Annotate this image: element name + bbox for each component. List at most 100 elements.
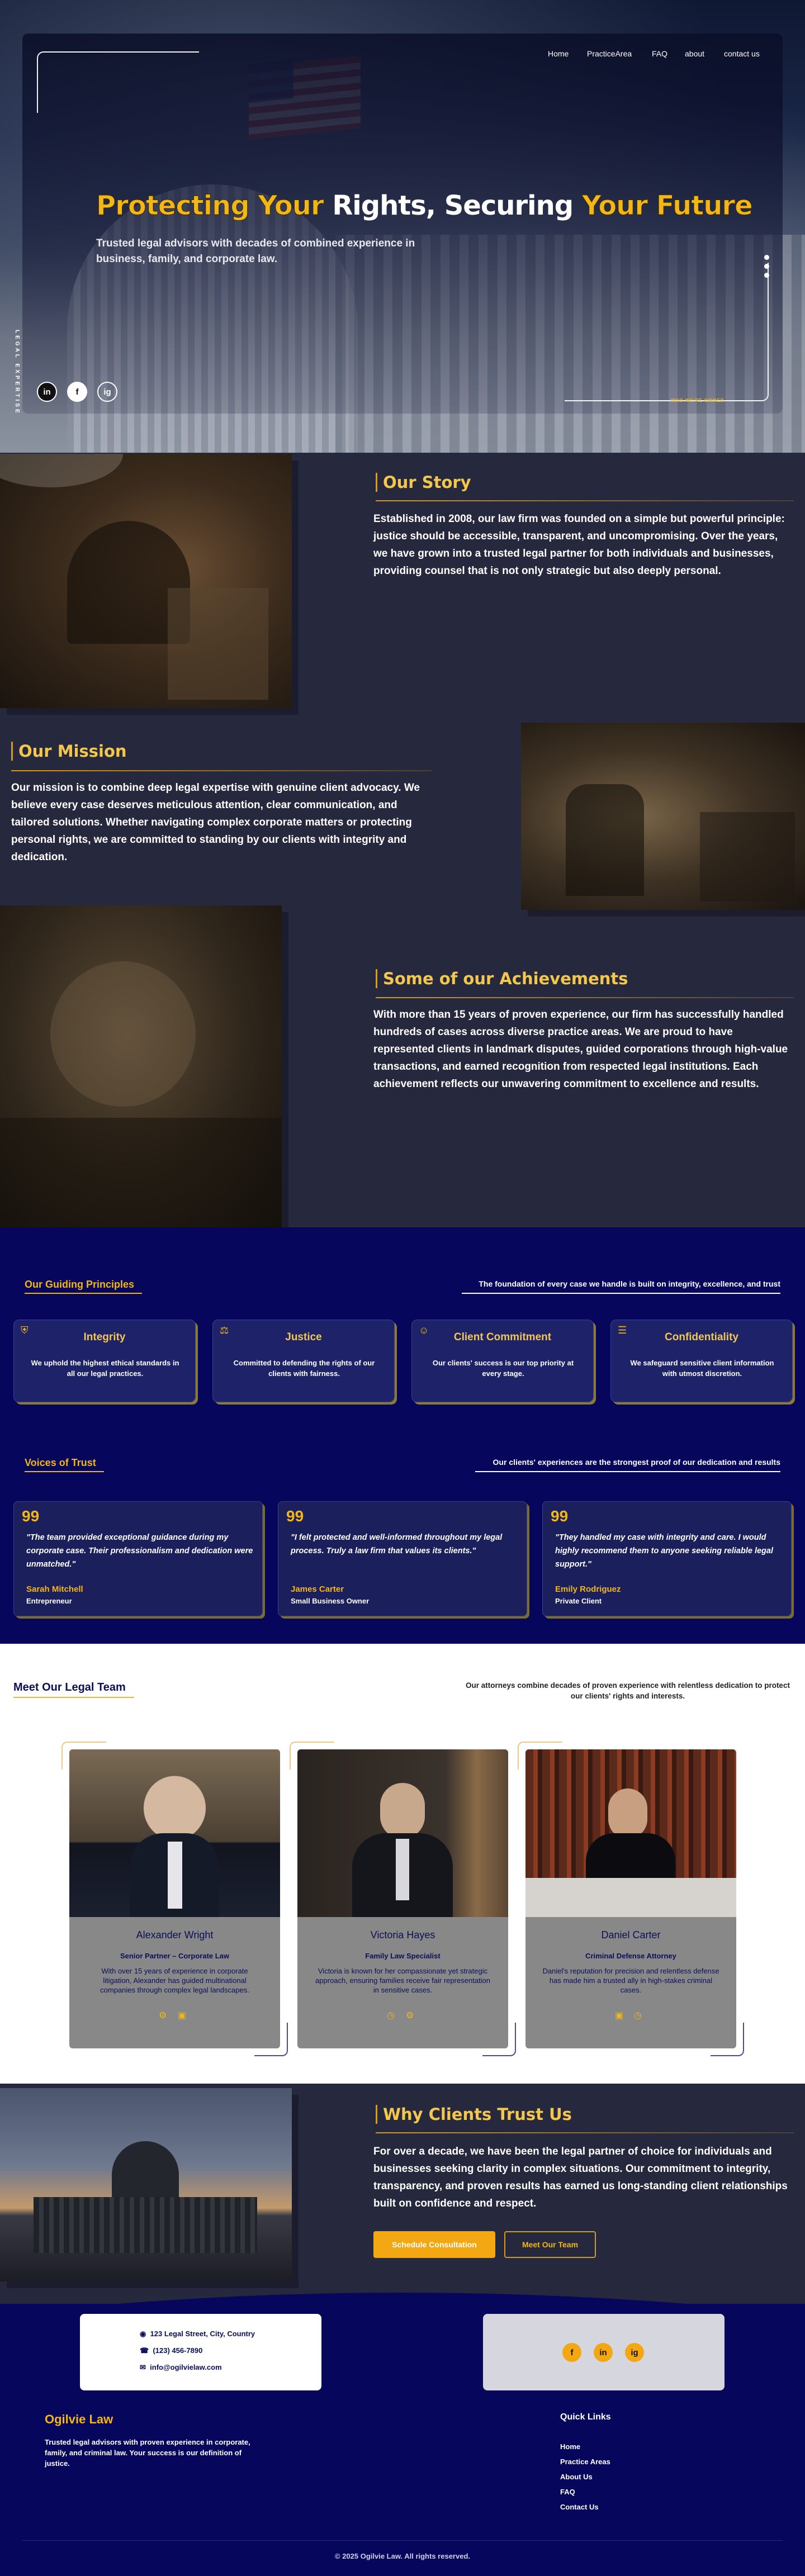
voices-title: Voices of Trust bbox=[25, 1457, 96, 1468]
footer-link-about[interactable]: About Us bbox=[560, 2473, 593, 2481]
footer-link-practice-areas[interactable]: Practice Areas bbox=[560, 2458, 610, 2466]
linkedin-icon[interactable]: in bbox=[594, 2343, 613, 2362]
achievements-text: With more than 15 years of proven experi… bbox=[373, 1009, 788, 1090]
story-painting bbox=[0, 454, 292, 708]
facebook-icon[interactable]: f bbox=[562, 2343, 581, 2362]
member-name: Victoria Hayes bbox=[370, 1929, 435, 1941]
team-card-alexander[interactable]: Alexander Wright Senior Partner – Corpor… bbox=[61, 1742, 288, 2056]
footer-link-faq[interactable]: FAQ bbox=[560, 2488, 575, 2496]
quote-icon: 99 bbox=[551, 1507, 569, 1525]
phone-line[interactable]: ☎ (123) 456-7890 bbox=[140, 2346, 202, 2355]
member-name: Alexander Wright bbox=[136, 1929, 214, 1941]
vertical-label: LEGAL EXPERTISE bbox=[14, 330, 20, 415]
footer-link-contact[interactable]: Contact Us bbox=[560, 2503, 599, 2511]
voices-underline bbox=[25, 1471, 104, 1472]
testimonial-quote: "I felt protected and well-informed thro… bbox=[291, 1533, 503, 1555]
schedule-consultation-button[interactable]: Schedule Consultation bbox=[373, 2231, 495, 2258]
testimonial-role: Small Business Owner bbox=[291, 1597, 370, 1605]
trust-capitol-image bbox=[0, 2088, 292, 2281]
hero-frame-bottomright bbox=[565, 263, 769, 401]
linkedin-icon[interactable]: in bbox=[37, 382, 57, 402]
mission-painting bbox=[521, 723, 805, 910]
testimonial-card: 99 "They handled my case with integrity … bbox=[542, 1501, 792, 1616]
footer-link-home[interactable]: Home bbox=[560, 2442, 580, 2451]
hero-section: Home PracticeArea FAQ about contact us P… bbox=[0, 0, 805, 453]
team-tagline: Our attorneys combine decades of proven … bbox=[466, 1681, 790, 1700]
mission-title: Our Mission bbox=[11, 742, 127, 761]
achievements-title: Some of our Achievements bbox=[376, 969, 628, 988]
hero-frame-topleft bbox=[37, 51, 199, 113]
member-role: Family Law Specialist bbox=[365, 1952, 441, 1960]
instagram-icon[interactable]: ig bbox=[97, 382, 117, 402]
member-bio: Daniel's reputation for precision and re… bbox=[542, 1967, 719, 1994]
member-bio: With over 15 years of experience in corp… bbox=[100, 1967, 249, 1994]
clock-icon: ◷ bbox=[634, 2011, 642, 2020]
attorney-photo bbox=[525, 1749, 736, 1917]
principle-card-confidentiality: ☰ Confidentiality We safeguard sensitive… bbox=[610, 1320, 793, 1402]
principle-text: Our clients' success is our top priority… bbox=[432, 1359, 574, 1378]
member-bio: Victoria is known for her compassionate … bbox=[315, 1967, 490, 1994]
member-role: Senior Partner – Corporate Law bbox=[120, 1952, 230, 1960]
location-icon: ◉ bbox=[140, 2330, 146, 2338]
nav-faq[interactable]: FAQ bbox=[652, 49, 667, 58]
nav-about[interactable]: about bbox=[685, 49, 704, 58]
testimonial-name: James Carter bbox=[291, 1584, 344, 1594]
voices-tagline-underline bbox=[475, 1471, 780, 1472]
nav-contact[interactable]: contact us bbox=[724, 49, 760, 58]
hero-title: Protecting Your Rights, Securing Your Fu… bbox=[96, 190, 754, 222]
meet-team-button[interactable]: Meet Our Team bbox=[504, 2231, 596, 2258]
copyright: © 2025 Ogilvie Law. All rights reserved. bbox=[335, 2552, 470, 2560]
principle-title: Confidentiality bbox=[665, 1331, 738, 1343]
attorney-photo bbox=[297, 1749, 508, 1917]
briefcase-icon: ▣ bbox=[178, 2011, 187, 2020]
member-name: Daniel Carter bbox=[601, 1929, 661, 1941]
trust-divider bbox=[376, 2132, 794, 2133]
footer-about: Trusted legal advisors with proven exper… bbox=[45, 2438, 250, 2468]
mission-text: Our mission is to combine deep legal exp… bbox=[11, 782, 420, 863]
quote-icon: 99 bbox=[22, 1507, 40, 1525]
team-card-victoria[interactable]: Victoria Hayes Family Law Specialist Vic… bbox=[290, 1742, 516, 2056]
footer-divider bbox=[22, 2540, 783, 2541]
principle-title: Client Commitment bbox=[453, 1331, 552, 1343]
nav-home[interactable]: Home bbox=[548, 49, 569, 58]
principles-title: Our Guiding Principles bbox=[25, 1279, 135, 1290]
slider-dot-3[interactable] bbox=[764, 273, 769, 278]
principles-underline bbox=[25, 1293, 142, 1294]
testimonial-role: Private Client bbox=[555, 1597, 602, 1605]
testimonial-role: Entrepreneur bbox=[26, 1597, 72, 1605]
trust-title: Why Clients Trust Us bbox=[376, 2105, 572, 2124]
principle-title: Justice bbox=[285, 1331, 322, 1343]
address-line: ◉ 123 Legal Street, City, Country bbox=[140, 2330, 255, 2338]
address-text: 123 Legal Street, City, Country bbox=[150, 2330, 255, 2338]
testimonial-quote: "They handled my case with integrity and… bbox=[555, 1533, 773, 1569]
slider-dot-1[interactable] bbox=[764, 255, 769, 260]
testimonial-name: Emily Rodriguez bbox=[555, 1584, 621, 1594]
team-title: Meet Our Legal Team bbox=[13, 1681, 126, 1693]
principle-text: We uphold the highest ethical standards … bbox=[31, 1359, 179, 1378]
principles-tagline: The foundation of every case we handle i… bbox=[479, 1279, 780, 1288]
principle-card-integrity: ⛨ Integrity We uphold the highest ethica… bbox=[13, 1320, 196, 1402]
principle-card-client-commitment: ☺ Client Commitment Our clients' success… bbox=[411, 1320, 594, 1402]
briefcase-icon: ▣ bbox=[615, 2011, 624, 2020]
story-divider bbox=[376, 500, 794, 501]
facebook-icon[interactable]: f bbox=[67, 382, 87, 402]
testimonial-name: Sarah Mitchell bbox=[26, 1584, 83, 1594]
principle-text: We safeguard sensitive client informatio… bbox=[630, 1359, 774, 1378]
nav-practice-area[interactable]: PracticeArea bbox=[587, 49, 632, 58]
phone-text: (123) 456-7890 bbox=[153, 2346, 203, 2355]
testimonial-card: 99 "The team provided exceptional guidan… bbox=[13, 1501, 263, 1616]
achievements-divider bbox=[376, 997, 794, 998]
hero-title-part1: Protecting Your bbox=[96, 190, 325, 222]
principles-tagline-underline bbox=[462, 1293, 780, 1294]
email-line[interactable]: ✉ info@ogilvielaw.com bbox=[140, 2363, 222, 2372]
email-text: info@ogilvielaw.com bbox=[150, 2363, 222, 2371]
gear-icon: ⚙ bbox=[159, 2011, 167, 2020]
slider-dot-2[interactable] bbox=[764, 264, 769, 269]
team-card-daniel[interactable]: Daniel Carter Criminal Defense Attorney … bbox=[518, 1742, 744, 2056]
phone-icon: ☎ bbox=[140, 2346, 149, 2355]
card-corner-accent bbox=[254, 2023, 288, 2056]
mission-divider bbox=[11, 770, 432, 771]
instagram-icon[interactable]: ig bbox=[625, 2343, 644, 2362]
mail-icon: ✉ bbox=[140, 2363, 146, 2371]
quick-links-title: Quick Links bbox=[560, 2412, 611, 2422]
